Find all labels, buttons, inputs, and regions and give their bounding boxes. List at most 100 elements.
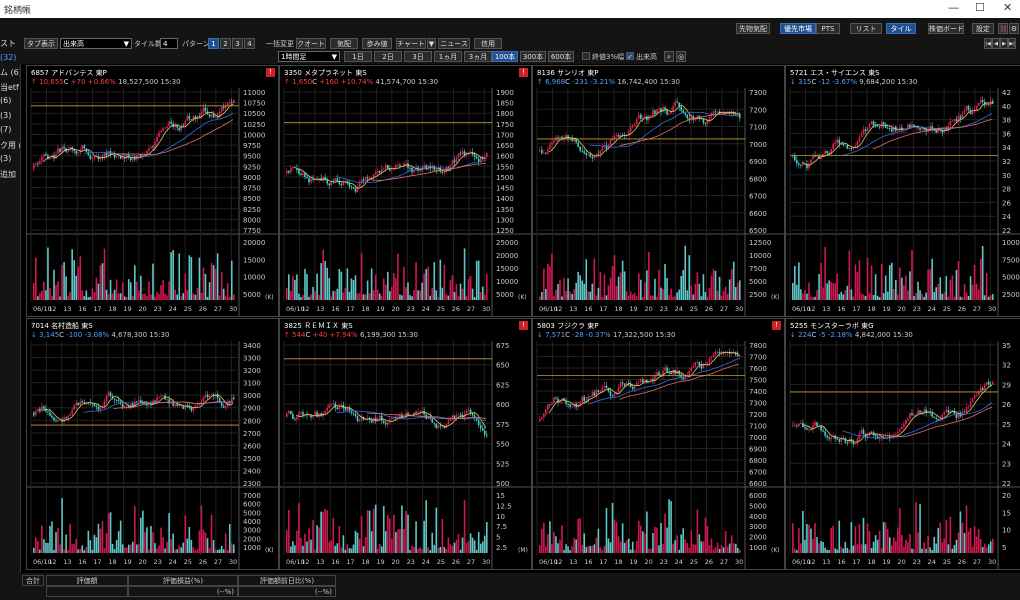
range-button[interactable]: 1日: [344, 51, 372, 62]
sidebar-item[interactable]: (3): [0, 154, 20, 163]
checkbox-icon[interactable]: [582, 52, 590, 60]
alert-icon[interactable]: !: [266, 68, 275, 77]
sort-select[interactable]: 出来高 ▼: [60, 38, 132, 49]
candle: [479, 425, 482, 429]
candle: [212, 114, 215, 118]
view-button[interactable]: 歩み値: [362, 38, 392, 49]
settings-icon[interactable]: ⚙: [1009, 23, 1019, 34]
stock-tile[interactable]: 5721 エス・サイエンス 東S ↓ 315C -12 -3.67% 9,684,…: [785, 65, 1020, 317]
alert-icon[interactable]: !: [772, 321, 781, 330]
period-select[interactable]: 1時間足 ▼: [278, 51, 340, 62]
top-right-button[interactable]: 株価ボード: [928, 23, 964, 34]
view-button[interactable]: クオート: [296, 38, 326, 49]
stock-tile[interactable]: 5255 モンスターラボ 東G ↓ 224C -5 -2.18% 4,842,00…: [785, 318, 1020, 570]
price-tick-label: 22: [1002, 227, 1011, 235]
chart[interactable]: 1900185018001750170016501600155015001450…: [280, 88, 531, 316]
view-button[interactable]: 気配: [330, 38, 358, 49]
volume-bar: [840, 546, 843, 553]
reset-icon[interactable]: ◎: [676, 51, 686, 62]
candle: [314, 411, 316, 416]
bar-count-button[interactable]: 100本: [492, 51, 518, 62]
last-icon[interactable]: ▶|: [1008, 38, 1016, 49]
view-button[interactable]: 信用: [474, 38, 502, 49]
volume-tick-label: 7.5: [496, 523, 507, 531]
pattern-button-4[interactable]: 4: [244, 38, 255, 49]
bar-count-button[interactable]: 300本: [520, 51, 546, 62]
checkbox-icon[interactable]: ✓: [626, 52, 634, 61]
stock-tile[interactable]: 6857 アドバンテス 東P ↑ 10,655C +70 +0.66% 18,52…: [26, 65, 279, 317]
chart[interactable]: 7800770076007500740073007200710070006900…: [533, 341, 784, 569]
view-button[interactable]: ニュース: [438, 38, 470, 49]
minimize-button[interactable]: —: [948, 1, 959, 14]
stock-tile[interactable]: 5803 フジクラ 東P ↓ 7,571C -28 -0.37% 17,322,5…: [532, 318, 785, 570]
chart[interactable]: 1100010750105001025010000975095009250900…: [27, 88, 278, 316]
top-right-button[interactable]: 優先市場: [780, 23, 816, 34]
tile-count-stepper[interactable]: 4: [160, 38, 178, 49]
sidebar-item[interactable]: ク用 (: [0, 140, 20, 151]
pattern-button-2[interactable]: 2: [220, 38, 231, 49]
volume-bar: [134, 265, 136, 300]
volume-bar: [376, 289, 379, 300]
zoom-icon[interactable]: ⌕: [664, 51, 674, 62]
top-right-button[interactable]: タイル: [886, 23, 916, 34]
stock-tile[interactable]: 8136 サンリオ 東P ↑ 6,968C -231 -3.21% 16,742,…: [532, 65, 785, 317]
view-button[interactable]: チャート: [396, 38, 426, 49]
alert-icon[interactable]: !: [519, 68, 528, 77]
top-right-button[interactable]: PTS: [816, 23, 840, 34]
sidebar-item[interactable]: (32): [0, 53, 20, 62]
next-icon[interactable]: ▶: [1000, 38, 1008, 49]
chevron-down-icon[interactable]: ▼: [427, 38, 436, 49]
range-button[interactable]: 3日: [404, 51, 432, 62]
sidebar-item[interactable]: 追加: [0, 169, 20, 180]
volume-bar: [692, 294, 695, 300]
first-icon[interactable]: |◀: [984, 38, 992, 49]
date-tick-label: 27: [467, 305, 475, 313]
volume-bar: [111, 543, 114, 553]
candle: [336, 178, 339, 182]
sidebar-item[interactable]: スト: [0, 38, 20, 49]
date-tick-label: 12: [807, 305, 815, 313]
sidebar-item[interactable]: ム (6): [0, 67, 20, 78]
candle: [991, 100, 994, 104]
chart[interactable]: 6756506256005755505255001512.5107.552.5(…: [280, 341, 531, 569]
stock-tile[interactable]: 7014 名村造船 東S ↓ 3,145C -100 -3.08% 4,678,3…: [26, 318, 279, 570]
chart[interactable]: 35322926252423222015105(K)06/10121316171…: [786, 341, 1020, 569]
range-button[interactable]: 3ヵ月: [464, 51, 492, 62]
alert-icon[interactable]: !: [519, 321, 528, 330]
chart[interactable]: 424038363432302826242210000750050002500(…: [786, 88, 1020, 316]
candle: [338, 181, 341, 185]
maximize-button[interactable]: ☐: [975, 1, 985, 14]
candle: [328, 183, 331, 186]
top-right-button[interactable]: 設定: [972, 23, 994, 34]
volume-bar: [55, 284, 57, 300]
range-button[interactable]: 1ヵ月: [434, 51, 462, 62]
sidebar-item[interactable]: (6): [0, 96, 20, 105]
tab-display-button[interactable]: タブ表示: [24, 38, 58, 49]
sidebar-item[interactable]: (3): [0, 111, 20, 120]
stock-tile[interactable]: 3350 メタプラネット 東S ↑ 1,650C +160 +10.74% 41,…: [279, 65, 532, 317]
chart[interactable]: 7300720071007000690068006700660065001250…: [533, 88, 784, 316]
stock-tile[interactable]: 3825 ＲＥＭＩＸ 東S ↑ 544C +40 +7.94% 6,199,300…: [279, 318, 532, 570]
prev-icon[interactable]: ◀: [992, 38, 1000, 49]
link-icon[interactable]: ⛓: [998, 23, 1008, 34]
price-tick-label: 6700: [749, 193, 767, 201]
candle: [222, 106, 225, 109]
chart[interactable]: 3400330032003100300029002800270026002500…: [27, 341, 278, 569]
sidebar-item[interactable]: 当etf: [0, 82, 20, 93]
volume-bar: [921, 293, 923, 300]
close-button[interactable]: ✕: [1003, 1, 1012, 14]
pattern-button-3[interactable]: 3: [232, 38, 243, 49]
time: 15:30: [417, 78, 439, 86]
volume-bar: [738, 549, 741, 553]
candle: [437, 425, 440, 429]
top-right-button[interactable]: 先物気配: [736, 23, 770, 34]
price-tick-label: 6600: [749, 210, 767, 218]
volume-bar: [358, 293, 361, 300]
candle: [300, 173, 302, 175]
bar-count-button[interactable]: 600本: [548, 51, 574, 62]
volume-bar: [718, 548, 721, 553]
sidebar-item[interactable]: (7): [0, 125, 20, 134]
range-button[interactable]: 2日: [374, 51, 402, 62]
pattern-button-1[interactable]: 1: [208, 38, 219, 49]
top-right-button[interactable]: リスト: [850, 23, 882, 34]
